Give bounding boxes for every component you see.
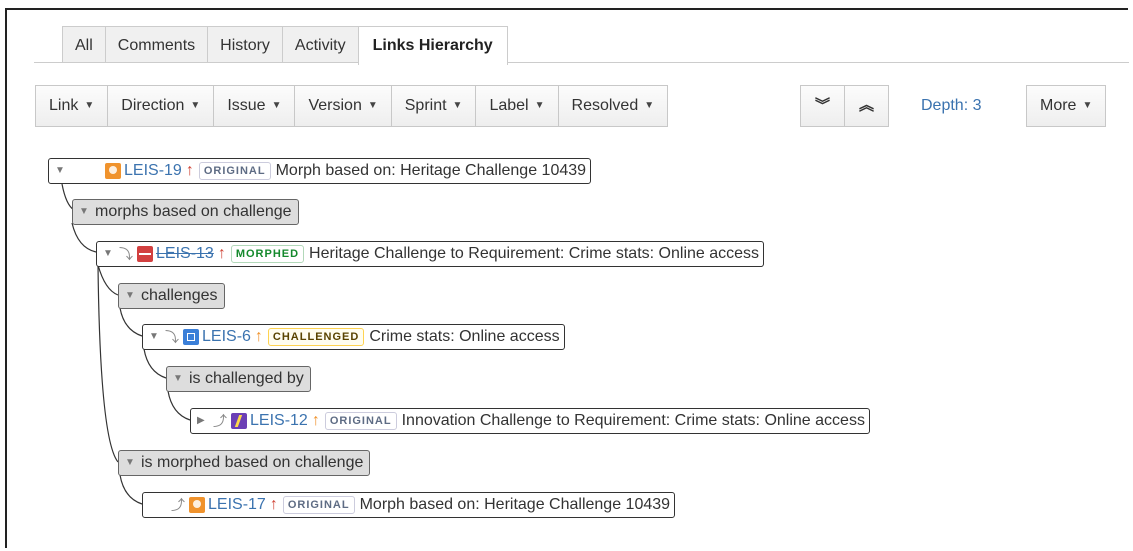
resolved-filter-label: Resolved	[571, 97, 639, 114]
idea-icon	[105, 163, 121, 179]
double-chevron-down-icon: ︾	[815, 97, 831, 114]
link-group-label: is morphed based on challenge	[141, 454, 364, 471]
link-direction-up-icon: ⤴	[171, 497, 185, 513]
label-filter-label: Label	[489, 97, 529, 114]
status-badge: ORIGINAL	[324, 412, 397, 430]
status-badge: CHALLENGED	[267, 328, 365, 346]
priority-high-icon: ↑	[185, 162, 194, 179]
collapse-toggle-icon[interactable]: ▼	[149, 325, 159, 349]
issue-key-link[interactable]: LEIS-6	[202, 325, 251, 349]
caret-down-icon: ▼	[367, 100, 378, 111]
caret-down-icon: ▼	[452, 100, 463, 111]
link-direction-up-icon: ⤴	[213, 413, 227, 429]
link-filter-button[interactable]: Link ▼	[35, 85, 109, 127]
issue-summary: Morph based on: Heritage Challenge 10439	[359, 496, 671, 513]
status-badge: MORPHED	[230, 245, 305, 263]
link-group-label: morphs based on challenge	[95, 203, 292, 220]
tree-node-leis-12[interactable]: ▶ ⤴ LEIS-12 ↑ ORIGINAL Innovation Challe…	[190, 408, 870, 434]
priority-high-icon: ↑	[217, 245, 226, 262]
tab-bar: All Comments History Activity Links Hier…	[62, 26, 508, 65]
caret-down-icon: ▼	[84, 100, 95, 111]
caret-down-icon: ▼	[190, 100, 201, 111]
issue-key-link[interactable]: LEIS-19	[124, 159, 182, 183]
expand-all-button[interactable]: ︾	[800, 85, 846, 127]
tab-all[interactable]: All	[62, 26, 106, 63]
caret-down-icon: ▼	[271, 100, 282, 111]
issue-summary: Innovation Challenge to Requirement: Cri…	[401, 412, 865, 429]
link-direction-down-icon: ⤵	[119, 246, 133, 262]
link-group-challenges[interactable]: ▼ challenges	[118, 283, 225, 309]
toolbar: Link ▼ Direction ▼ Issue ▼ Version ▼ Sprint ▼…	[0, 85, 1133, 127]
link-filter-label: Link	[49, 97, 79, 114]
expand-toggle-icon[interactable]: ▶	[197, 409, 207, 433]
status-badge: ORIGINAL	[198, 162, 271, 180]
label-filter-button[interactable]: Label ▼	[475, 85, 559, 127]
tab-history[interactable]: History	[207, 26, 283, 63]
depth-link[interactable]: Depth: 3	[921, 85, 981, 127]
more-label: More	[1040, 97, 1077, 114]
link-group-is-morphed-based-on-challenge[interactable]: ▼ is morphed based on challenge	[118, 450, 371, 476]
status-badge: ORIGINAL	[282, 496, 355, 514]
idea-icon	[189, 497, 205, 513]
resolved-filter-button[interactable]: Resolved ▼	[557, 85, 669, 127]
collapse-toggle-icon[interactable]: ▼	[79, 200, 89, 224]
tab-activity[interactable]: Activity	[281, 26, 359, 63]
tree-node-leis-17[interactable]: ⤴ LEIS-17 ↑ ORIGINAL Morph based on: Her…	[142, 492, 676, 518]
collapse-toggle-icon[interactable]: ▼	[55, 159, 65, 183]
collapse-toggle-icon[interactable]: ▼	[125, 451, 135, 475]
story-icon	[183, 329, 199, 345]
direction-filter-label: Direction	[121, 97, 185, 114]
tree-node-leis-13[interactable]: ▼ ⤵ LEIS-13 ↑ MORPHED Heritage Challenge…	[96, 241, 765, 267]
collapse-toggle-icon[interactable]: ▼	[103, 242, 113, 266]
link-group-label: is challenged by	[189, 370, 304, 387]
priority-high-icon: ↑	[269, 496, 278, 513]
collapse-all-button[interactable]: ︽	[844, 85, 890, 127]
pulse-icon	[137, 246, 153, 262]
version-filter-label: Version	[308, 97, 362, 114]
direction-filter-button[interactable]: Direction ▼	[107, 85, 215, 127]
issue-summary: Heritage Challenge to Requirement: Crime…	[309, 245, 760, 262]
more-button[interactable]: More ▼	[1026, 85, 1107, 127]
issue-key-link[interactable]: LEIS-12	[250, 409, 308, 433]
tree-node-leis-6[interactable]: ▼ ⤵ LEIS-6 ↑ CHALLENGED Crime stats: Onl…	[142, 324, 565, 350]
expand-collapse-group: ︾ ︽	[800, 85, 890, 127]
filter-group: Link ▼ Direction ▼ Issue ▼ Version ▼ Sprint ▼…	[35, 85, 669, 127]
link-group-is-challenged-by[interactable]: ▼ is challenged by	[166, 366, 311, 392]
collapse-toggle-icon[interactable]: ▼	[173, 367, 183, 391]
issue-filter-label: Issue	[227, 97, 266, 114]
tab-divider	[34, 62, 1129, 63]
issue-summary: Crime stats: Online access	[369, 328, 560, 345]
sprint-filter-label: Sprint	[404, 97, 447, 114]
bolt-icon	[231, 413, 247, 429]
issue-key-link[interactable]: LEIS-17	[208, 493, 266, 517]
caret-down-icon: ▼	[1082, 100, 1093, 111]
collapse-toggle-icon[interactable]: ▼	[125, 284, 135, 308]
issue-summary: Morph based on: Heritage Challenge 10439	[275, 162, 587, 179]
caret-down-icon: ▼	[534, 100, 545, 111]
priority-medium-icon: ↑	[254, 328, 263, 345]
sprint-filter-button[interactable]: Sprint ▼	[390, 85, 477, 127]
link-group-morphs-based-on-challenge[interactable]: ▼ morphs based on challenge	[72, 199, 299, 225]
tab-comments[interactable]: Comments	[104, 26, 209, 63]
issue-key-link[interactable]: LEIS-13	[156, 242, 214, 266]
tab-links-hierarchy[interactable]: Links Hierarchy	[357, 26, 508, 65]
tree-node-root[interactable]: ▼ LEIS-19 ↑ ORIGINAL Morph based on: Her…	[48, 158, 592, 184]
link-direction-down-icon: ⤵	[165, 329, 179, 345]
more-group: More ▼	[1026, 85, 1107, 127]
link-group-label: challenges	[141, 287, 218, 304]
issue-filter-button[interactable]: Issue ▼	[213, 85, 296, 127]
version-filter-button[interactable]: Version ▼	[294, 85, 392, 127]
double-chevron-up-icon: ︽	[859, 97, 875, 114]
priority-medium-icon: ↑	[311, 412, 320, 429]
caret-down-icon: ▼	[644, 100, 655, 111]
